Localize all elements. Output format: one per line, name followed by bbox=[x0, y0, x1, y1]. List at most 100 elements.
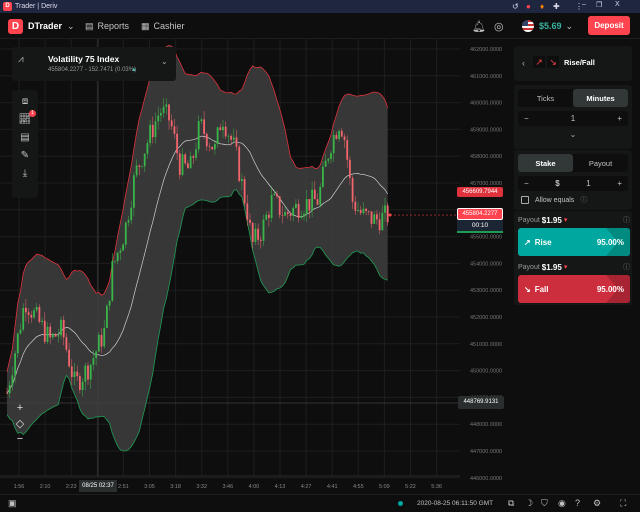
zoom-in-icon[interactable]: + bbox=[17, 402, 23, 414]
candle bbox=[124, 222, 127, 245]
x-tick-label: 5:09 bbox=[379, 484, 390, 490]
connection-status-icon bbox=[398, 501, 403, 506]
duration-value[interactable]: 1 bbox=[571, 114, 575, 123]
info-icon[interactable]: ⓘ bbox=[623, 262, 630, 272]
cashier-link[interactable]: ▦ Cashier bbox=[141, 13, 185, 39]
back-chevron-icon[interactable]: ‹ bbox=[522, 58, 525, 68]
candle bbox=[187, 163, 189, 169]
candle bbox=[49, 326, 52, 338]
candle bbox=[68, 349, 70, 367]
info-icon[interactable]: ⓘ bbox=[580, 195, 587, 205]
candle bbox=[216, 127, 219, 145]
currency-symbol: $ bbox=[555, 179, 560, 188]
reports-icon: ▤ bbox=[85, 20, 94, 31]
fullscreen-icon[interactable]: ⛶ bbox=[620, 498, 626, 509]
positions-drawer-icon[interactable]: ▣ bbox=[8, 498, 17, 509]
candle bbox=[92, 358, 95, 365]
candle bbox=[300, 216, 303, 218]
fall-button[interactable]: ↘ Fall 95.00% bbox=[518, 275, 630, 303]
chevron-down-icon: ⌄ bbox=[161, 57, 168, 66]
extension-icon[interactable]: ● bbox=[526, 2, 531, 11]
tab-minutes[interactable]: Minutes bbox=[573, 89, 628, 107]
candle bbox=[168, 104, 170, 121]
candle bbox=[376, 214, 378, 220]
fire-extension-icon[interactable]: ♦ bbox=[540, 2, 544, 11]
fall-arrow-icon: ↘ bbox=[524, 284, 531, 294]
candle bbox=[138, 165, 141, 167]
drawing-tools-icon[interactable]: ✎ bbox=[14, 146, 36, 164]
settings-gear-icon[interactable]: ⚙ bbox=[593, 498, 601, 509]
increase-stake-button[interactable]: + bbox=[617, 179, 622, 188]
candle bbox=[203, 119, 205, 134]
rise-payout: Payout $1.95 ▾ ⓘ bbox=[518, 215, 630, 225]
indicators-icon[interactable]: 📈︎ 1 bbox=[14, 110, 36, 128]
crosshair-icon[interactable]: ◇ bbox=[16, 417, 24, 430]
candle bbox=[351, 177, 354, 202]
download-icon[interactable]: ⤓ bbox=[14, 164, 36, 182]
security-shield-icon[interactable]: ⛉ bbox=[541, 498, 548, 509]
stake-value[interactable]: 1 bbox=[586, 179, 590, 188]
candle bbox=[219, 127, 222, 131]
candle bbox=[227, 135, 230, 137]
y-tick-label: 452000.0000 bbox=[470, 315, 502, 321]
y-tick-label: 461000.0000 bbox=[470, 74, 502, 80]
help-icon[interactable]: ? bbox=[575, 498, 580, 508]
candle bbox=[373, 214, 376, 224]
theme-icon[interactable]: ☽ bbox=[525, 498, 533, 509]
decrease-stake-button[interactable]: − bbox=[524, 179, 529, 188]
tab-payout[interactable]: Payout bbox=[573, 154, 628, 172]
deposit-button[interactable]: Deposit bbox=[588, 16, 630, 35]
candle bbox=[116, 252, 119, 261]
candle bbox=[133, 175, 135, 208]
tab-ticks[interactable]: Ticks bbox=[518, 89, 573, 107]
account-user-icon[interactable]: ◎ bbox=[494, 13, 504, 39]
candle bbox=[278, 196, 281, 216]
candle bbox=[84, 365, 87, 382]
zoom-out-icon[interactable]: − bbox=[17, 433, 23, 445]
candle bbox=[197, 121, 200, 150]
candle bbox=[222, 126, 224, 131]
candle bbox=[273, 193, 276, 196]
templates-icon[interactable]: ▤ bbox=[14, 128, 36, 146]
reports-label: Reports bbox=[97, 21, 130, 31]
y-tick-label: 451000.0000 bbox=[470, 342, 502, 348]
x-tick-label: 4:13 bbox=[275, 484, 286, 490]
candle bbox=[154, 121, 157, 138]
tab-stake[interactable]: Stake bbox=[518, 154, 573, 172]
puzzle-icon[interactable]: ✚ bbox=[553, 2, 560, 11]
x-tick-label: 4:41 bbox=[327, 484, 338, 490]
balance-value: $5.69 bbox=[539, 21, 562, 31]
decrease-duration-button[interactable]: − bbox=[524, 114, 529, 123]
increase-duration-button[interactable]: + bbox=[617, 114, 622, 123]
notifications-bell-icon[interactable]: 🔔︎ bbox=[472, 13, 486, 39]
payout-value: $1.95 bbox=[541, 215, 562, 225]
layout-icon[interactable]: ⧉ bbox=[508, 498, 514, 509]
market-selector[interactable]: ⩘ Volatility 75 Index 455804.2277 - 152.… bbox=[12, 47, 176, 81]
history-icon[interactable]: ↺ bbox=[512, 2, 519, 11]
price-chart[interactable]: 462000.0000 461000.0000 460000.0000 459000.… bbox=[0, 39, 512, 494]
reports-link[interactable]: ▤ Reports bbox=[85, 13, 129, 39]
restore-button[interactable]: ❐ bbox=[596, 1, 602, 9]
x-tick-label: 5:36 bbox=[431, 484, 442, 490]
rise-label: Rise bbox=[534, 237, 552, 247]
minimize-button[interactable]: – bbox=[582, 1, 586, 8]
responsible-trading-icon[interactable]: ◉ bbox=[558, 498, 566, 509]
current-price-label: 455804.2277 bbox=[457, 208, 503, 220]
info-icon[interactable]: ⓘ bbox=[623, 215, 630, 225]
account-balance[interactable]: $5.69 ⌄ bbox=[522, 13, 573, 39]
close-button[interactable]: X bbox=[615, 1, 620, 8]
candle bbox=[276, 193, 278, 197]
chart-type-candles-icon[interactable]: ⧈ bbox=[14, 92, 36, 110]
dtrader-menu[interactable]: D DTrader ⌄ bbox=[8, 13, 75, 39]
deriv-logo-icon: D bbox=[8, 18, 23, 34]
contract-type-selector[interactable]: ‹ ↗ ↘ Rise/Fall bbox=[514, 46, 632, 81]
rise-button[interactable]: ↗ Rise 95.00% bbox=[518, 228, 630, 256]
up-arrow-icon: ▲ bbox=[131, 67, 137, 73]
candle bbox=[162, 106, 165, 113]
candle bbox=[149, 124, 151, 144]
allow-equals-checkbox[interactable] bbox=[521, 196, 529, 204]
candle bbox=[254, 228, 257, 242]
candle bbox=[319, 186, 322, 205]
candle bbox=[238, 146, 241, 181]
expand-chevron-icon[interactable]: ⌄ bbox=[514, 130, 632, 139]
